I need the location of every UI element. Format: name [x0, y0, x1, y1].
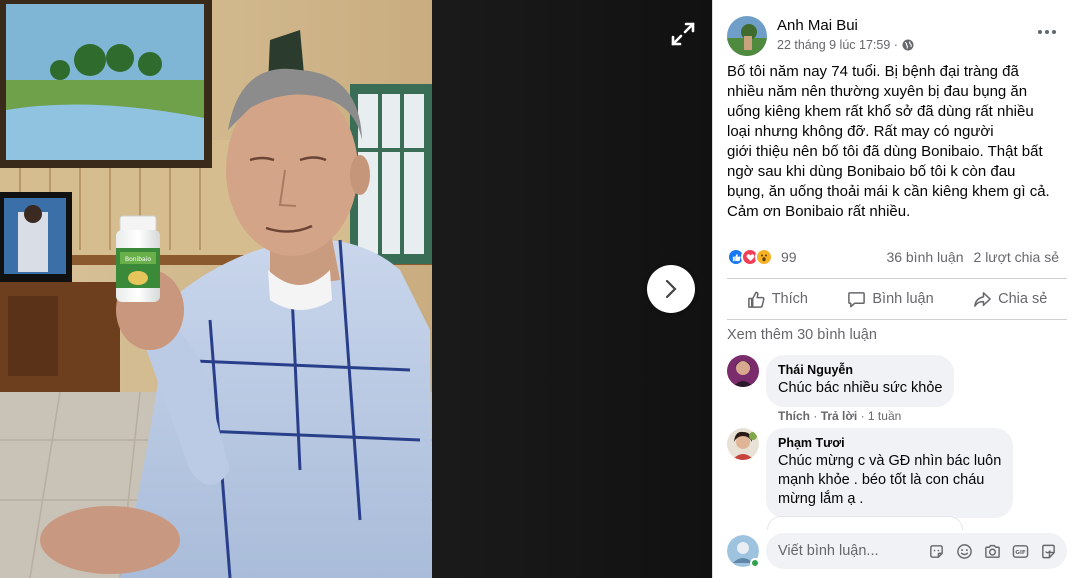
reactions-summary: 99 36 bình luận 2 lượt chia sẻ	[727, 246, 1059, 268]
like-button[interactable]: Thích	[737, 286, 818, 313]
see-more-comments-link[interactable]: Xem thêm 30 bình luận	[727, 327, 877, 343]
comment-bubble: Thái Nguyễn Chúc bác nhiều sức khỏe	[766, 355, 955, 407]
svg-text:GIF: GIF	[1015, 550, 1026, 556]
expand-icon	[671, 22, 695, 46]
post-actions: Thích Bình luận Chia sẻ	[727, 278, 1067, 320]
comment-input-box[interactable]: GIF	[766, 533, 1067, 569]
post-meta: 22 tháng 9 lúc 17:59 ·	[777, 38, 914, 52]
reaction-count[interactable]: 99	[781, 249, 797, 265]
share-button[interactable]: Chia sẻ	[963, 286, 1057, 313]
reaction-icons[interactable]	[727, 248, 773, 266]
comment-text: Chúc mừng c và GĐ nhìn bác luôn mạnh khỏ…	[778, 453, 1002, 507]
comment-item: Thái Nguyễn Chúc bác nhiều sức khỏe	[727, 355, 955, 407]
post-date[interactable]: 22 tháng 9 lúc 17:59 ·	[777, 38, 898, 52]
author-avatar[interactable]	[727, 16, 767, 56]
more-dots-icon	[1038, 30, 1042, 34]
bottle-label: Bonibaio	[125, 256, 151, 263]
post-panel: Anh Mai Bui 22 tháng 9 lúc 17:59 · Bố tô…	[712, 0, 1075, 578]
comment-bubble-icon	[848, 291, 866, 307]
comment-composer: GIF	[727, 533, 1067, 569]
share-label: Chia sẻ	[998, 291, 1048, 307]
comment-like-link[interactable]: Thích	[778, 409, 810, 423]
chevron-right-icon	[665, 279, 677, 299]
commenter-name[interactable]: Phạm Tươi	[778, 436, 1001, 450]
gif-icon[interactable]: GIF	[1011, 542, 1029, 560]
camera-icon[interactable]	[983, 542, 1001, 560]
comment-item: Phạm Tươi Chúc mừng c và GĐ nhìn bác luô…	[727, 428, 1014, 518]
comment-bubble: Phạm Tươi Chúc mừng c và GĐ nhìn bác luô…	[766, 428, 1014, 518]
comment-button[interactable]: Bình luận	[837, 286, 943, 313]
current-user-avatar[interactable]	[727, 535, 760, 568]
globe-icon	[902, 39, 914, 51]
post-photo: Bonibaio	[0, 0, 712, 578]
commenter-avatar[interactable]	[727, 428, 759, 460]
more-options-button[interactable]	[1035, 24, 1059, 40]
shares-count[interactable]: 2 lượt chia sẻ	[974, 249, 1059, 265]
next-comment-preview	[767, 516, 963, 530]
sticker-icon[interactable]	[927, 542, 945, 560]
comment-input[interactable]	[778, 543, 917, 559]
next-photo-button[interactable]	[647, 265, 695, 313]
comment-text: Chúc bác nhiều sức khỏe	[778, 380, 943, 396]
post-body-text: Bố tôi năm nay 74 tuổi. Bị bệnh đại tràn…	[727, 63, 1050, 220]
thumbs-up-icon	[747, 291, 765, 308]
comment-time[interactable]: 1 tuần	[868, 409, 901, 423]
comment-actions: Thích · Trả lời · 1 tuần	[778, 409, 902, 423]
wow-reaction-icon	[755, 248, 773, 266]
comment-reply-link[interactable]: Trả lời	[821, 409, 858, 423]
online-status-dot	[750, 558, 760, 568]
post-header: Anh Mai Bui 22 tháng 9 lúc 17:59 ·	[727, 14, 1067, 58]
comment-label: Bình luận	[872, 291, 934, 307]
comments-count[interactable]: 36 bình luận	[886, 249, 963, 265]
author-name[interactable]: Anh Mai Bui	[777, 17, 858, 34]
post-stats: 36 bình luận 2 lượt chia sẻ	[886, 249, 1059, 265]
photo-viewer: Bonibaio	[0, 0, 712, 578]
commenter-avatar[interactable]	[727, 355, 759, 387]
sticker-pack-icon[interactable]	[1039, 542, 1057, 560]
like-label: Thích	[771, 291, 808, 307]
commenter-name[interactable]: Thái Nguyễn	[778, 363, 942, 377]
share-arrow-icon	[974, 291, 991, 307]
emoji-icon[interactable]	[955, 542, 973, 560]
expand-button[interactable]	[665, 16, 701, 52]
